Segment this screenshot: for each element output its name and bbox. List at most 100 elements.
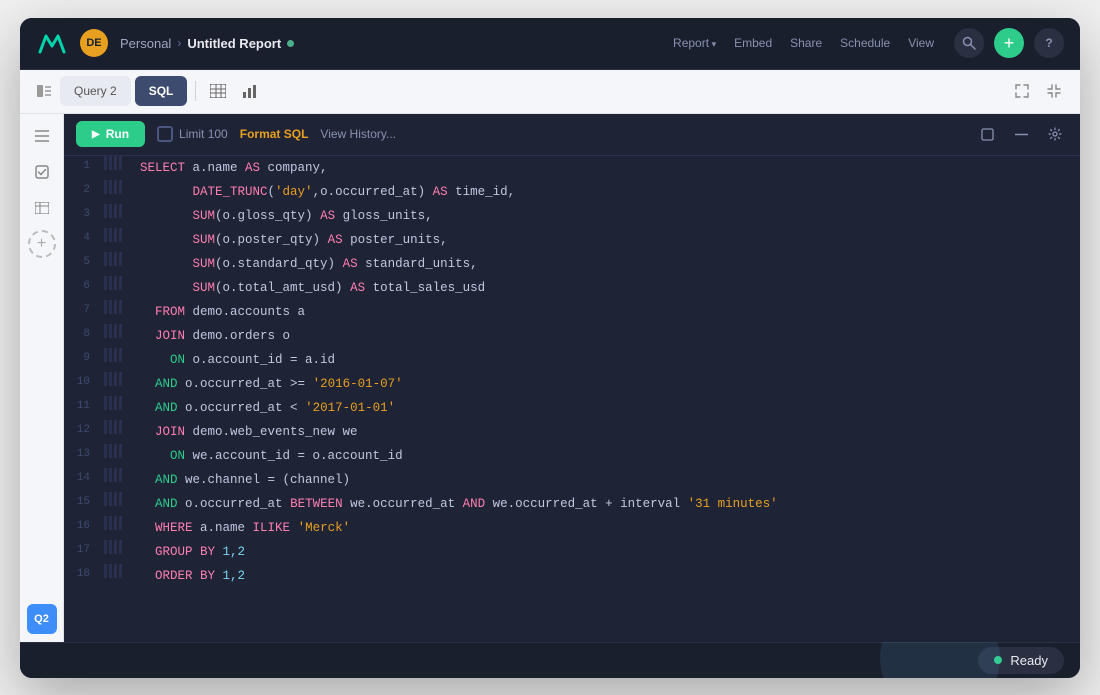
main-content: + Q2 ▶ Run Limit 100 Format SQL View His…	[20, 114, 1080, 642]
line-content: FROM demo.accounts a	[136, 300, 1080, 324]
help-button[interactable]: ?	[1034, 28, 1064, 58]
code-editor[interactable]: 1 SELECT a.name AS company,2 DATE_TRUNC('…	[64, 156, 1080, 642]
line-gutter	[100, 396, 136, 410]
settings-icon[interactable]	[1042, 121, 1068, 147]
line-number: 3	[64, 204, 100, 224]
query2-tab[interactable]: Q2	[27, 604, 57, 634]
line-number: 15	[64, 492, 100, 512]
line-content: AND o.occurred_at >= '2016-01-07'	[136, 372, 1080, 396]
line-content: GROUP BY 1,2	[136, 540, 1080, 564]
line-content: AND o.occurred_at BETWEEN we.occurred_at…	[136, 492, 1080, 516]
left-sidebar: + Q2	[20, 114, 64, 642]
line-content: ON we.account_id = o.account_id	[136, 444, 1080, 468]
nav-schedule[interactable]: Schedule	[832, 32, 898, 54]
code-line: 11 AND o.occurred_at < '2017-01-01'	[64, 396, 1080, 420]
code-line: 16 WHERE a.name ILIKE 'Merck'	[64, 516, 1080, 540]
line-gutter	[100, 204, 136, 218]
code-line: 15 AND o.occurred_at BETWEEN we.occurred…	[64, 492, 1080, 516]
tab-query2[interactable]: Query 2	[60, 76, 131, 106]
code-line: 18 ORDER BY 1,2	[64, 564, 1080, 588]
line-content: SUM(o.poster_qty) AS poster_units,	[136, 228, 1080, 252]
line-gutter	[100, 372, 136, 386]
line-content: SUM(o.gloss_qty) AS gloss_units,	[136, 204, 1080, 228]
logo-icon	[36, 27, 68, 59]
code-line: 12 JOIN demo.web_events_new we	[64, 420, 1080, 444]
sidebar-toggle-icon[interactable]	[28, 122, 56, 150]
line-number: 17	[64, 540, 100, 560]
play-icon: ▶	[92, 129, 100, 140]
sidebar-check-icon[interactable]	[28, 158, 56, 186]
avatar[interactable]: DE	[80, 29, 108, 57]
code-line: 4 SUM(o.poster_qty) AS poster_units,	[64, 228, 1080, 252]
status-bar: Ready	[20, 642, 1080, 678]
minimize-icon[interactable]	[1008, 121, 1034, 147]
line-number: 6	[64, 276, 100, 296]
add-button[interactable]: +	[994, 28, 1024, 58]
code-line: 5 SUM(o.standard_qty) AS standard_units,	[64, 252, 1080, 276]
code-line: 10 AND o.occurred_at >= '2016-01-07'	[64, 372, 1080, 396]
line-number: 1	[64, 156, 100, 176]
nav-view[interactable]: View	[900, 32, 942, 54]
search-button[interactable]	[954, 28, 984, 58]
line-number: 12	[64, 420, 100, 440]
line-gutter	[100, 444, 136, 458]
query-toolbar-right	[974, 121, 1068, 147]
sidebar-toggle-button[interactable]	[32, 79, 56, 103]
line-number: 8	[64, 324, 100, 344]
format-sql-button[interactable]: Format SQL	[240, 127, 309, 141]
line-number: 7	[64, 300, 100, 320]
sidebar-add-button[interactable]: +	[28, 230, 56, 258]
line-content: JOIN demo.web_events_new we	[136, 420, 1080, 444]
line-number: 14	[64, 468, 100, 488]
line-content: SELECT a.name AS company,	[136, 156, 1080, 180]
collapse-button[interactable]	[1040, 77, 1068, 105]
limit-checkbox[interactable]	[157, 126, 173, 142]
app-window: DE Personal › Untitled Report Report Emb…	[20, 18, 1080, 678]
code-line: 8 JOIN demo.orders o	[64, 324, 1080, 348]
tab-table-icon[interactable]	[204, 77, 232, 105]
nav-share[interactable]: Share	[782, 32, 830, 54]
toolbar-right	[1008, 77, 1068, 105]
nav-menu: Report Embed Share Schedule View	[665, 32, 942, 54]
status-dot	[994, 656, 1002, 664]
line-number: 9	[64, 348, 100, 368]
limit-label: Limit 100	[179, 127, 228, 141]
line-gutter	[100, 492, 136, 506]
line-gutter	[100, 300, 136, 314]
breadcrumb-arrow-icon: ›	[177, 36, 181, 50]
status-text: Ready	[1010, 653, 1048, 668]
line-content: SUM(o.total_amt_usd) AS total_sales_usd	[136, 276, 1080, 300]
line-gutter	[100, 324, 136, 338]
breadcrumb: Personal › Untitled Report	[120, 36, 645, 51]
line-content: SUM(o.standard_qty) AS standard_units,	[136, 252, 1080, 276]
nav-embed[interactable]: Embed	[726, 32, 780, 54]
tab-sql[interactable]: SQL	[135, 76, 188, 106]
nav-report[interactable]: Report	[665, 32, 724, 54]
line-number: 5	[64, 252, 100, 272]
top-nav: DE Personal › Untitled Report Report Emb…	[20, 18, 1080, 70]
line-gutter	[100, 252, 136, 266]
run-button[interactable]: ▶ Run	[76, 121, 145, 147]
line-gutter	[100, 420, 136, 434]
expand-button[interactable]	[1008, 77, 1036, 105]
code-line: 14 AND we.channel = (channel)	[64, 468, 1080, 492]
editor-wrapper: ▶ Run Limit 100 Format SQL View History.…	[64, 114, 1080, 642]
tab-chart-icon[interactable]	[236, 77, 264, 105]
code-line: 2 DATE_TRUNC('day',o.occurred_at) AS tim…	[64, 180, 1080, 204]
line-number: 11	[64, 396, 100, 416]
line-content: ON o.account_id = a.id	[136, 348, 1080, 372]
line-number: 13	[64, 444, 100, 464]
line-number: 10	[64, 372, 100, 392]
line-gutter	[100, 156, 136, 170]
code-line: 3 SUM(o.gloss_qty) AS gloss_units,	[64, 204, 1080, 228]
breadcrumb-personal: Personal	[120, 36, 171, 51]
line-gutter	[100, 564, 136, 578]
line-gutter	[100, 228, 136, 242]
line-number: 16	[64, 516, 100, 536]
view-history-button[interactable]: View History...	[320, 127, 396, 141]
saved-indicator	[287, 40, 294, 47]
maximize-icon[interactable]	[974, 121, 1000, 147]
sidebar-table-icon[interactable]	[28, 194, 56, 222]
limit-toggle: Limit 100	[157, 126, 228, 142]
toolbar: Query 2 SQL	[20, 70, 1080, 114]
